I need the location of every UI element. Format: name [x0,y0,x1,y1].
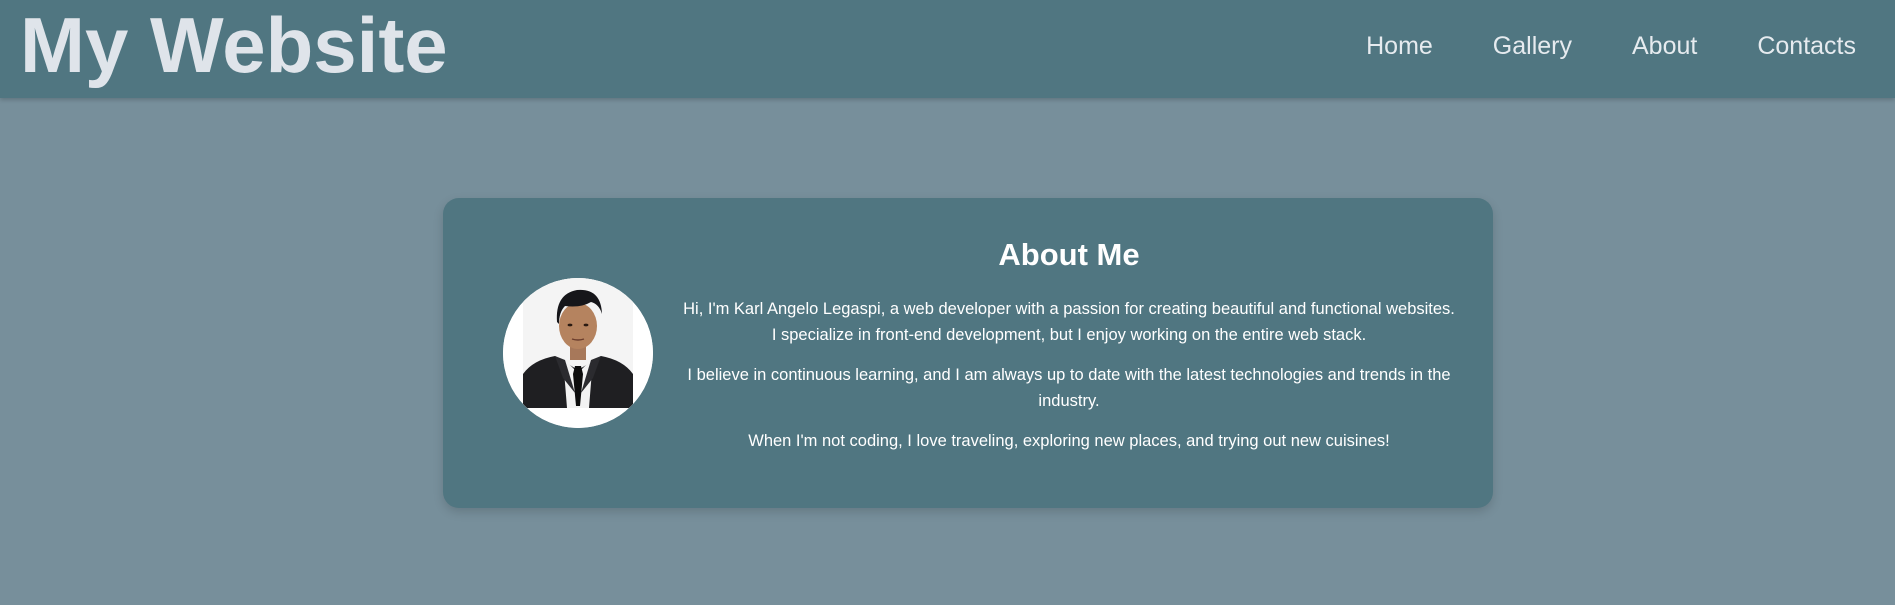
nav-home-link[interactable]: Home [1366,28,1433,64]
nav-about-link[interactable]: About [1632,28,1697,64]
nav-contacts-link[interactable]: Contacts [1757,28,1856,64]
about-paragraph: Hi, I'm Karl Angelo Legaspi, a web devel… [659,296,1479,348]
about-card: About Me Hi, I'm Karl Angelo Legaspi, a … [443,198,1493,508]
profile-avatar [503,278,653,428]
paragraph-line: Hi, I'm Karl Angelo Legaspi, a web devel… [683,300,1455,318]
main-nav: Home Gallery About Contacts [1306,28,1856,64]
about-title: About Me [998,237,1140,272]
paragraph-line: I believe in continuous learning, and I … [687,366,1451,384]
about-text: Hi, I'm Karl Angelo Legaspi, a web devel… [659,296,1479,468]
paragraph-line: When I'm not coding, I love traveling, e… [748,432,1390,450]
paragraph-line: I specialize in front-end development, b… [771,326,1367,344]
about-paragraph: I believe in continuous learning, and I … [659,362,1479,414]
site-title: My Website [20,1,448,89]
about-paragraph: When I'm not coding, I love traveling, e… [659,428,1479,454]
nav-gallery-link[interactable]: Gallery [1493,28,1572,64]
profile-photo [503,278,653,428]
site-header: My Website Home Gallery About Contacts [0,0,1895,98]
paragraph-line: industry. [1038,392,1100,410]
